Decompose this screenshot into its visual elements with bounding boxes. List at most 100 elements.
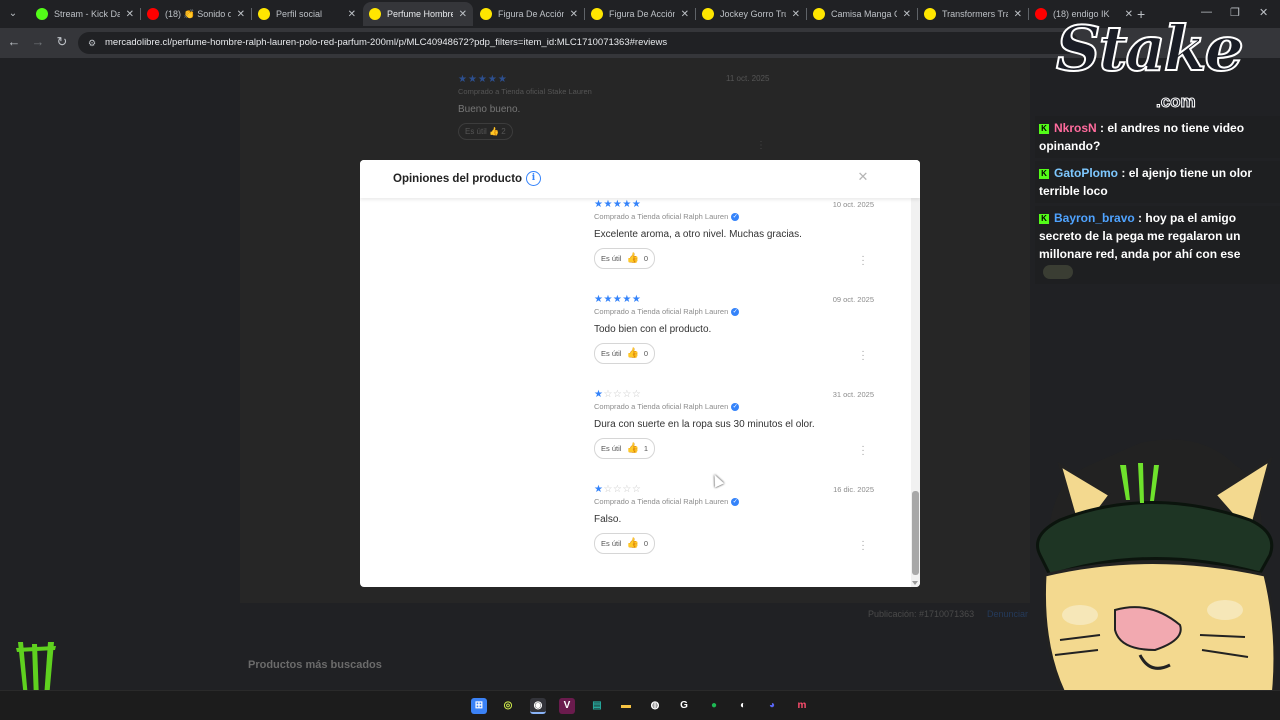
cat-avatar-icon — [1036, 439, 1277, 720]
scroll-down-arrow-icon[interactable] — [912, 581, 918, 585]
browser-tab[interactable]: Figura De Acción ✕ — [585, 2, 695, 26]
mercadolibre-icon — [258, 8, 270, 20]
useful-button[interactable]: Es útil 👍 0 — [594, 533, 656, 554]
tab-title: Figura De Acción — [609, 9, 675, 19]
editor-icon[interactable]: V — [559, 698, 575, 714]
useful-label: Es útil — [601, 444, 622, 453]
steam-icon[interactable]: ◐ — [735, 698, 751, 714]
publication-id: Publicación: #1710071363 — [868, 609, 975, 619]
taskbar: ⊞ ◎ ◉ V ▤ ▬ ◍ G ● ◐ ◕ m — [0, 690, 1280, 720]
info-icon[interactable]: i — [526, 171, 541, 186]
tab-separator — [1028, 8, 1029, 20]
thumbs-up-icon: 👍 — [626, 252, 639, 264]
useful-button[interactable]: Es útil 👍 1 — [594, 438, 656, 459]
chrome-icon[interactable]: ◉ — [530, 698, 546, 714]
mercadolibre-icon — [369, 8, 381, 20]
review-text: Falso. — [594, 514, 622, 525]
chat-colon: : — [1096, 121, 1108, 135]
close-tab-icon[interactable]: ✕ — [903, 9, 911, 20]
scroll-thumb[interactable] — [912, 491, 919, 575]
kebab-menu-icon[interactable]: · · · — [861, 252, 865, 270]
browser-tab[interactable]: Jockey Gorro Truc ✕ — [696, 2, 806, 26]
close-tab-icon[interactable]: ✕ — [237, 9, 245, 20]
thumbs-up-icon: 👍 — [626, 347, 639, 359]
stream-chat: K NkrosN : el andres no tiene video opina… — [1035, 116, 1280, 287]
close-icon[interactable]: ✕ — [857, 170, 869, 183]
address-bar[interactable]: ⚙ mercadolibre.cl/perfume-hombre-ralph-l… — [78, 32, 1078, 54]
verified-icon: ✓ — [731, 307, 740, 316]
game-launcher-icon[interactable]: ◎ — [500, 698, 516, 714]
purchase-store-text: Comprado a Tienda oficial Ralph Lauren — [594, 212, 729, 221]
useful-button[interactable]: Es útil 👍 0 — [594, 248, 656, 269]
kebab-menu-icon[interactable]: · · · — [861, 537, 865, 555]
review-item: ★★★★★ 09 oct. 2025 Comprado a Tienda ofici… — [594, 294, 874, 374]
site-info-icon[interactable]: ⚙ — [86, 37, 98, 49]
mercadolibre-icon — [480, 8, 492, 20]
youtube-icon — [147, 8, 159, 20]
verified-icon: ✓ — [731, 497, 740, 506]
browser-tab[interactable]: Perfume Hombre ✕ — [363, 2, 473, 26]
modal-scrollbar[interactable] — [911, 160, 920, 587]
background-useful-count: 2 — [501, 127, 506, 136]
reviews-modal: Opiniones del producto i ✕ ★★★★★ 10 oct. … — [360, 160, 920, 587]
tab-separator — [917, 8, 918, 20]
useful-label: Es útil — [601, 254, 622, 263]
mercadolibre-icon — [702, 8, 714, 20]
close-tab-icon[interactable]: ✕ — [792, 9, 800, 20]
verified-icon: ✓ — [731, 402, 740, 411]
kick-badge-icon: K — [1039, 124, 1049, 134]
thumbs-up-icon: 👍 — [489, 127, 499, 136]
kebab-menu-icon[interactable]: ⋮ — [756, 140, 766, 151]
reload-icon[interactable]: ↻ — [54, 34, 70, 50]
review-item: ★☆☆☆☆ 31 oct. 2025 Comprado a Tienda ofici… — [594, 389, 874, 469]
browser-tab[interactable]: Transformers Tran ✕ — [918, 2, 1028, 26]
kebab-menu-icon[interactable]: · · · — [861, 442, 865, 460]
review-text: Todo bien con el producto. — [594, 324, 712, 335]
spotify-icon[interactable]: ● — [706, 698, 722, 714]
chat-message: K GatoPlomo : el ajenjo tiene un olor ter… — [1035, 161, 1280, 203]
background-review-meta: Comprado a Tienda oficial Stake Lauren — [458, 87, 592, 96]
file-explorer-icon[interactable]: ▬ — [618, 698, 634, 714]
background-useful-button[interactable]: Es útil 👍 2 — [458, 123, 513, 140]
review-date: 10 oct. 2025 — [832, 200, 874, 209]
modal-header: Opiniones del producto i ✕ — [360, 160, 920, 198]
obs-icon[interactable]: ◍ — [647, 698, 663, 714]
browser-tab[interactable]: Perfil social ✕ — [252, 2, 362, 26]
document-app-icon[interactable]: ▤ — [589, 698, 605, 714]
useful-button[interactable]: Es útil 👍 0 — [594, 343, 656, 364]
url-text[interactable]: mercadolibre.cl/perfume-hombre-ralph-lau… — [105, 37, 667, 48]
purchase-store-text: Comprado a Tienda oficial Ralph Lauren — [594, 307, 729, 316]
close-tab-icon[interactable]: ✕ — [126, 9, 134, 20]
close-tab-icon[interactable]: ✕ — [1014, 9, 1022, 20]
close-tab-icon[interactable]: ✕ — [570, 9, 578, 20]
forward-icon[interactable]: → — [30, 34, 46, 50]
app-icon[interactable]: m — [794, 698, 810, 714]
tab-search-icon[interactable]: ⌄ — [6, 7, 20, 21]
kebab-menu-icon[interactable]: · · · — [861, 347, 865, 365]
chat-message: K Bayron_bravo : hoy pa el amigo secreto … — [1035, 206, 1280, 284]
background-review-text: Bueno bueno. — [458, 104, 521, 115]
tab-title: Stream - Kick Da — [54, 9, 120, 19]
browser-tab[interactable]: (18) 👏 Sonido d ✕ — [141, 2, 251, 26]
review-purchase-info: Comprado a Tienda oficial Ralph Lauren ✓ — [594, 212, 740, 221]
close-tab-icon[interactable]: ✕ — [459, 9, 467, 20]
windows-start-icon[interactable]: ⊞ — [471, 698, 487, 714]
background-review-date: 11 oct. 2025 — [726, 74, 770, 83]
browser-tab[interactable]: Stream - Kick Da ✕ — [30, 2, 140, 26]
useful-count: 0 — [643, 349, 649, 358]
browser-tab[interactable]: Figura De Acción ✕ — [474, 2, 584, 26]
review-date: 16 dic. 2025 — [833, 485, 874, 494]
stake-domain: .com — [1156, 92, 1197, 112]
review-date: 09 oct. 2025 — [832, 295, 874, 304]
g-hub-icon[interactable]: G — [676, 698, 692, 714]
useful-label: Es útil — [601, 349, 622, 358]
browser-tab[interactable]: Camisa Manga Co ✕ — [807, 2, 917, 26]
discord-icon[interactable]: ◕ — [764, 698, 780, 714]
close-tab-icon[interactable]: ✕ — [348, 9, 356, 20]
purchase-store-text: Comprado a Tienda oficial Ralph Lauren — [594, 497, 729, 506]
rating-stars: ★☆☆☆☆ — [594, 389, 641, 400]
rating-stars: ★☆☆☆☆ — [594, 484, 641, 495]
back-icon[interactable]: ← — [6, 34, 22, 50]
close-tab-icon[interactable]: ✕ — [681, 9, 689, 20]
review-text: Dura con suerte en la ropa sus 30 minuto… — [594, 419, 815, 430]
